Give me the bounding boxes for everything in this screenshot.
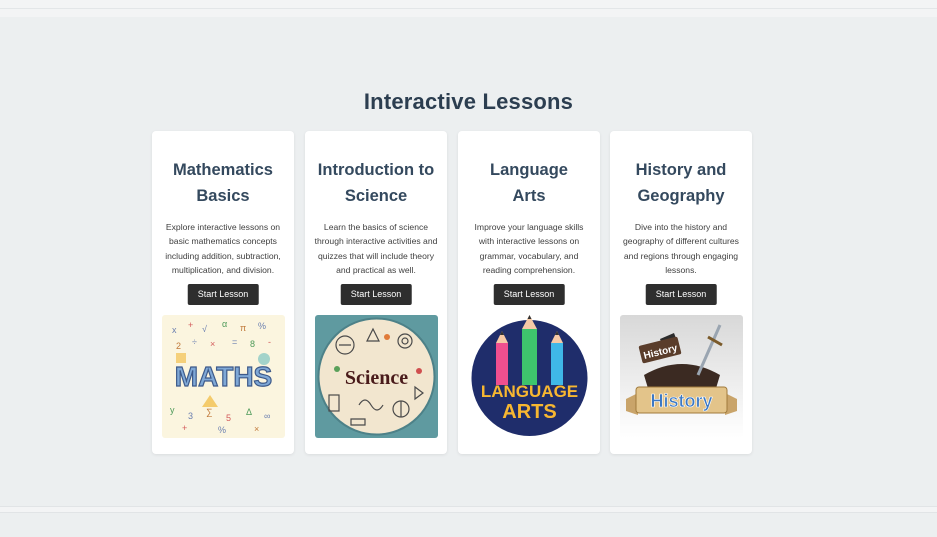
lesson-title-line1: Mathematics	[173, 161, 273, 179]
lesson-card-history-geography: History and Geography Dive into the histo…	[610, 131, 752, 454]
lesson-title-line2: Basics	[196, 187, 250, 205]
bottom-strip	[0, 512, 937, 537]
lesson-title-line1: Introduction to	[317, 161, 435, 179]
language-arts-image: LANGUAGE ARTS	[468, 315, 591, 438]
start-lesson-button[interactable]: Start Lesson	[187, 284, 259, 305]
svg-text:+: +	[182, 423, 187, 433]
svg-text:5: 5	[226, 413, 231, 423]
maths-image-text: MATHS	[175, 361, 272, 392]
svg-text:3: 3	[188, 411, 193, 421]
lesson-title: Language Arts	[464, 157, 594, 209]
svg-text:y: y	[170, 405, 175, 415]
lesson-title-line2: Science	[344, 187, 408, 205]
science-illustration: Science	[315, 315, 438, 438]
svg-text:2: 2	[176, 341, 181, 351]
section-title: Interactive Lessons	[363, 89, 574, 114]
mathematics-image: x + √ α π% 2 ÷ × = 8 - y 3 ∑ 5 Δ ∞ +% × MATHS	[162, 315, 285, 438]
lesson-title: History and Geography	[616, 157, 746, 209]
lesson-description: Explore interactive lessons on basic mat…	[165, 222, 281, 276]
lesson-title-line2: Arts	[512, 187, 546, 205]
svg-text:+: +	[188, 320, 193, 330]
svg-text:x: x	[172, 325, 177, 335]
lesson-title: Introduction to Science	[311, 157, 441, 209]
svg-text:π: π	[240, 323, 246, 333]
svg-text:=: =	[232, 337, 237, 347]
history-image: History History	[620, 315, 743, 438]
svg-text:Δ: Δ	[246, 407, 252, 417]
svg-text:α: α	[222, 319, 227, 329]
svg-text:∑: ∑	[206, 407, 212, 417]
lessons-section: Interactive Lessons Mathematics Basics Ex…	[0, 17, 937, 507]
arts-image-text: ARTS	[502, 401, 556, 423]
lesson-description: Learn the basics of science through inte…	[314, 222, 438, 276]
language-image-text: LANGUAGE	[481, 382, 578, 401]
lesson-description: Dive into the history and geography of d…	[623, 222, 739, 276]
science-image-text: Science	[345, 367, 408, 389]
svg-text:%: %	[258, 321, 266, 331]
science-image: Science	[315, 315, 438, 438]
language-arts-illustration: LANGUAGE ARTS	[468, 315, 591, 438]
svg-text:×: ×	[254, 424, 259, 434]
svg-text:-: -	[268, 337, 271, 347]
lesson-title: Mathematics Basics	[158, 157, 288, 209]
lesson-description: Improve your language skills with intera…	[474, 222, 584, 276]
lesson-title-line1: Language	[490, 161, 568, 179]
lesson-title-line2: Geography	[637, 187, 725, 205]
history-illustration: History History	[620, 315, 743, 438]
top-strip	[0, 0, 937, 9]
history-image-text: History	[650, 391, 712, 411]
svg-text:×: ×	[210, 339, 215, 349]
svg-text:∞: ∞	[264, 411, 270, 421]
start-lesson-button[interactable]: Start Lesson	[340, 284, 412, 305]
svg-text:÷: ÷	[192, 337, 197, 347]
svg-text:√: √	[202, 324, 207, 334]
lesson-card-mathematics: Mathematics Basics Explore interactive le…	[152, 131, 294, 454]
svg-text:8: 8	[250, 339, 255, 349]
lesson-title-line1: History and	[635, 161, 727, 179]
lesson-card-science: Introduction to Science Learn the basics …	[305, 131, 447, 454]
start-lesson-button[interactable]: Start Lesson	[645, 284, 717, 305]
start-lesson-button[interactable]: Start Lesson	[493, 284, 565, 305]
svg-text:%: %	[218, 425, 226, 435]
maths-illustration: x + √ α π% 2 ÷ × = 8 - y 3 ∑ 5 Δ ∞ +% × MATHS	[162, 315, 285, 438]
lesson-card-language-arts: Language Arts Improve your language skill…	[458, 131, 600, 454]
